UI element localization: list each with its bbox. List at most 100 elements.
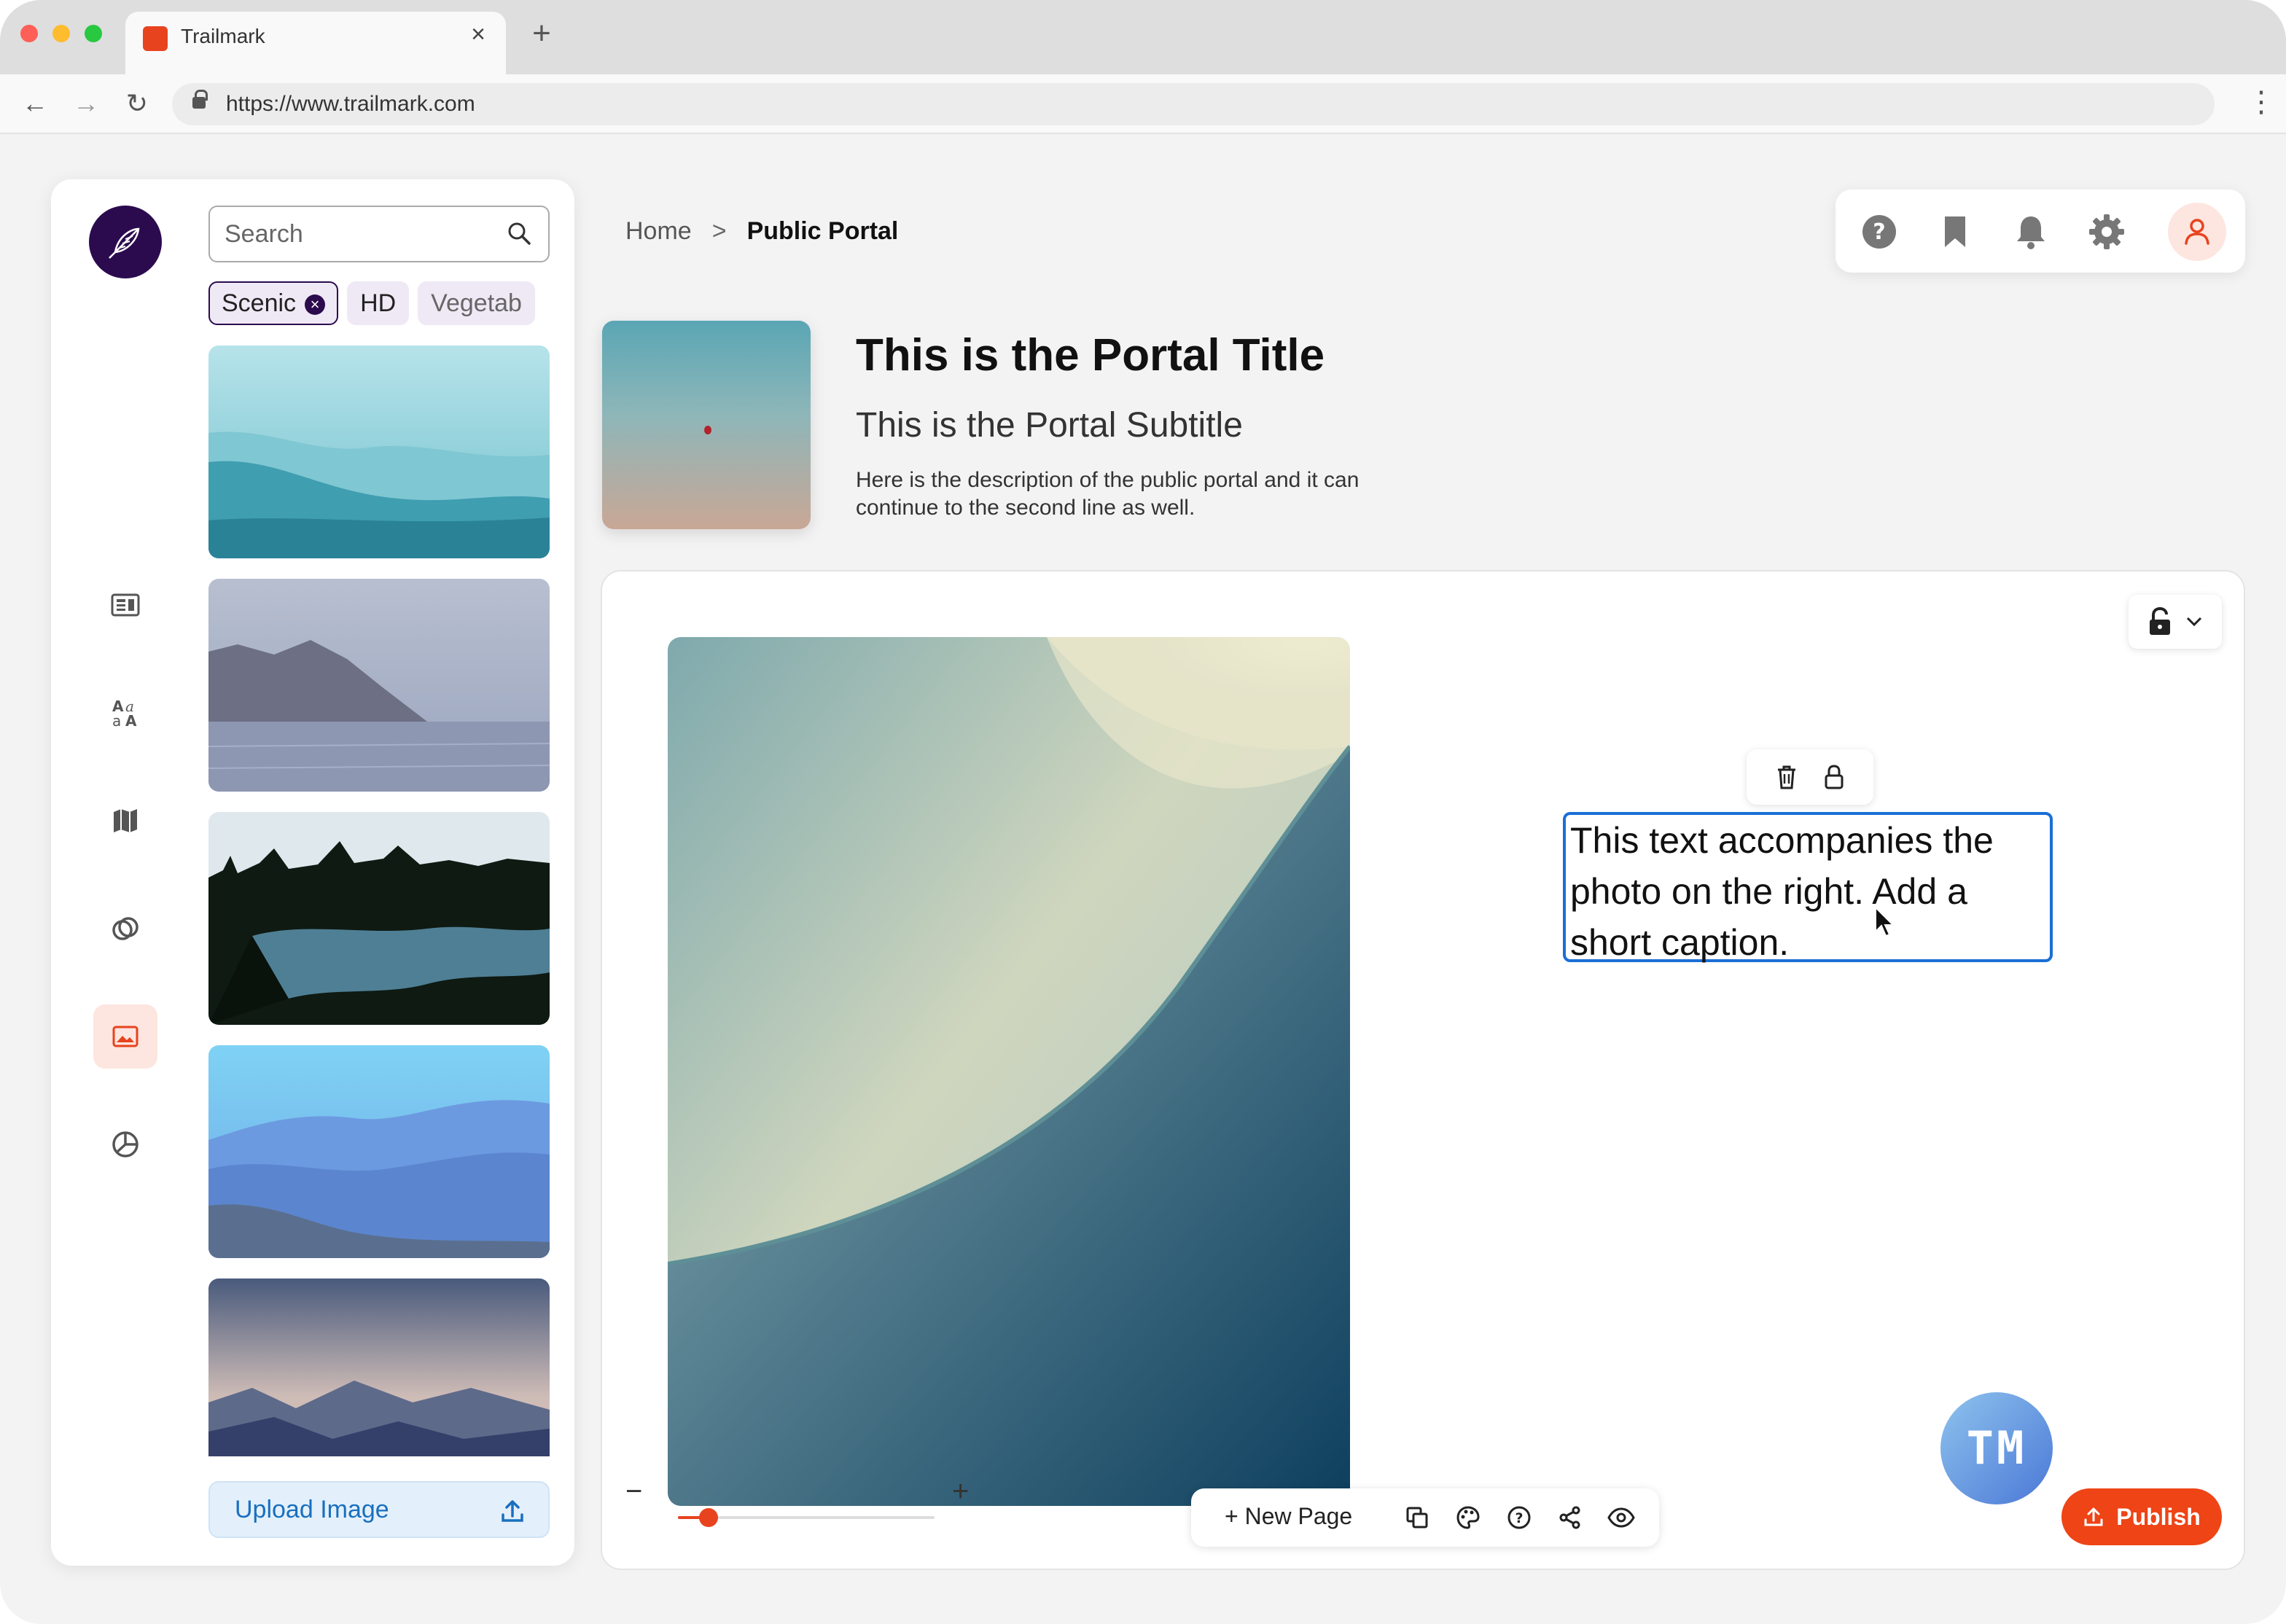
upload-label: Upload Image xyxy=(235,1496,389,1523)
portal-cover-image[interactable] xyxy=(602,321,811,529)
search-placeholder: Search xyxy=(225,220,303,248)
question-circle-icon: ? xyxy=(1507,1506,1531,1529)
bookmark-icon xyxy=(1945,216,1965,247)
rail-image-button[interactable] xyxy=(93,1004,157,1069)
close-window-button[interactable] xyxy=(20,25,38,42)
share-icon xyxy=(1559,1506,1580,1529)
image-thumbnail[interactable] xyxy=(208,346,550,558)
back-button[interactable]: ← xyxy=(19,89,51,118)
image-thumbnail[interactable] xyxy=(208,579,550,792)
image-thumbnail[interactable] xyxy=(208,812,550,1025)
browser-tab[interactable]: Trailmark × xyxy=(125,12,506,74)
tab-bar: Trailmark × + xyxy=(0,0,2286,74)
breadcrumb-current: Public Portal xyxy=(746,217,899,245)
blue-hills-image xyxy=(208,1045,550,1258)
filter-chips: Scenic × HD Vegetab xyxy=(208,281,558,328)
lock-dropdown[interactable] xyxy=(2129,595,2222,649)
chip-label: Scenic xyxy=(222,289,297,317)
chevron-right-icon: > xyxy=(711,217,727,245)
collaborator-avatar[interactable]: TM xyxy=(1940,1392,2053,1504)
svg-text:a: a xyxy=(112,712,121,729)
zoom-slider[interactable] xyxy=(678,1508,935,1527)
image-icon xyxy=(112,1026,139,1047)
new-page-button[interactable]: + New Page xyxy=(1225,1503,1352,1530)
eye-icon xyxy=(1607,1507,1635,1528)
breadcrumb-home[interactable]: Home xyxy=(625,217,692,245)
image-thumbnail[interactable] xyxy=(208,1278,550,1456)
bell-icon xyxy=(2017,216,2045,249)
mountain-lake-image xyxy=(208,579,550,792)
editor-canvas: This text accompanies the photo on the r… xyxy=(601,570,2245,1570)
image-thumbnail[interactable] xyxy=(208,1045,550,1258)
main-photo[interactable] xyxy=(668,637,1350,1506)
trailmark-logo[interactable] xyxy=(89,206,162,278)
page-toolbar: + New Page ? xyxy=(1191,1488,1659,1547)
user-account-button[interactable] xyxy=(2168,203,2226,261)
zoom-slider-handle[interactable] xyxy=(699,1508,719,1527)
reload-button[interactable]: ↻ xyxy=(121,89,153,118)
trash-icon[interactable] xyxy=(1775,764,1798,790)
gear-icon xyxy=(2089,214,2124,249)
user-icon xyxy=(2185,219,2209,245)
new-tab-button[interactable]: + xyxy=(523,17,560,50)
browser-menu-button[interactable]: ⋮ xyxy=(2247,87,2276,117)
stormy-mountains-image xyxy=(208,1278,550,1456)
zoom-out-button[interactable]: − xyxy=(625,1475,642,1508)
chart-icon xyxy=(112,1131,139,1158)
tab-close-button[interactable]: × xyxy=(464,20,493,49)
favicon xyxy=(143,26,168,51)
new-page-label: New Page xyxy=(1244,1503,1353,1529)
portal-subtitle[interactable]: This is the Portal Subtitle xyxy=(856,405,1243,445)
theme-button[interactable] xyxy=(1454,1503,1483,1532)
rail-map-button[interactable] xyxy=(93,789,157,853)
svg-text:?: ? xyxy=(1515,1510,1523,1526)
caption-text-box[interactable]: This text accompanies the photo on the r… xyxy=(1563,812,2053,963)
padlock-open-icon xyxy=(2150,607,2170,635)
chip-scenic[interactable]: Scenic × xyxy=(208,281,339,325)
upload-image-button[interactable]: Upload Image xyxy=(208,1481,550,1538)
plus-icon: + xyxy=(1225,1503,1238,1529)
chip-label: Vegetab xyxy=(431,289,522,317)
duplicate-button[interactable] xyxy=(1403,1503,1432,1532)
chip-vegetation[interactable]: Vegetab xyxy=(418,281,535,325)
portal-description[interactable]: Here is the description of the public po… xyxy=(856,466,1439,522)
zoom-window-button[interactable] xyxy=(85,25,102,42)
search-icon[interactable] xyxy=(506,220,532,246)
bookmark-button[interactable] xyxy=(1935,211,1975,252)
rail-chart-button[interactable] xyxy=(93,1112,157,1176)
chip-hd[interactable]: HD xyxy=(347,281,410,325)
upload-icon xyxy=(2084,1507,2103,1526)
share-button[interactable] xyxy=(1556,1503,1585,1532)
url-bar[interactable]: https://www.trailmark.com xyxy=(172,83,2215,125)
chip-label: HD xyxy=(360,289,397,317)
mouse-pointer-icon xyxy=(1875,905,1895,937)
zoom-in-button[interactable]: + xyxy=(952,1475,969,1508)
forward-button[interactable]: → xyxy=(70,89,102,118)
address-toolbar: ← → ↻ https://www.trailmark.com ⋮ xyxy=(0,74,2286,134)
chip-remove-icon[interactable]: × xyxy=(305,294,326,316)
svg-text:A: A xyxy=(125,712,137,729)
palette-icon xyxy=(1456,1506,1480,1529)
rail-rings-button[interactable] xyxy=(93,897,157,961)
settings-button[interactable] xyxy=(2086,211,2127,252)
text-box-toolbar xyxy=(1747,749,1873,805)
misty-lake-image xyxy=(208,346,550,558)
rings-icon xyxy=(112,917,139,940)
page-help-button[interactable]: ? xyxy=(1505,1503,1534,1532)
search-input[interactable]: Search xyxy=(208,206,550,262)
publish-button[interactable]: Publish xyxy=(2061,1488,2222,1545)
help-button[interactable]: ? xyxy=(1859,211,1900,252)
rail-typography-button[interactable]: A a a A xyxy=(93,681,157,745)
url-text: https://www.trailmark.com xyxy=(226,92,475,116)
preview-button[interactable] xyxy=(1607,1503,1636,1532)
minimize-window-button[interactable] xyxy=(52,25,70,42)
notifications-button[interactable] xyxy=(2010,211,2051,252)
abstract-curve-photo xyxy=(668,637,1350,1506)
image-results xyxy=(208,346,550,1456)
lock-icon[interactable] xyxy=(1822,764,1846,790)
rail-article-button[interactable] xyxy=(93,573,157,637)
header-actions: ? xyxy=(1836,190,2245,273)
portal-title[interactable]: This is the Portal Title xyxy=(856,329,1325,381)
article-icon xyxy=(111,593,140,617)
copy-icon xyxy=(1406,1507,1428,1529)
